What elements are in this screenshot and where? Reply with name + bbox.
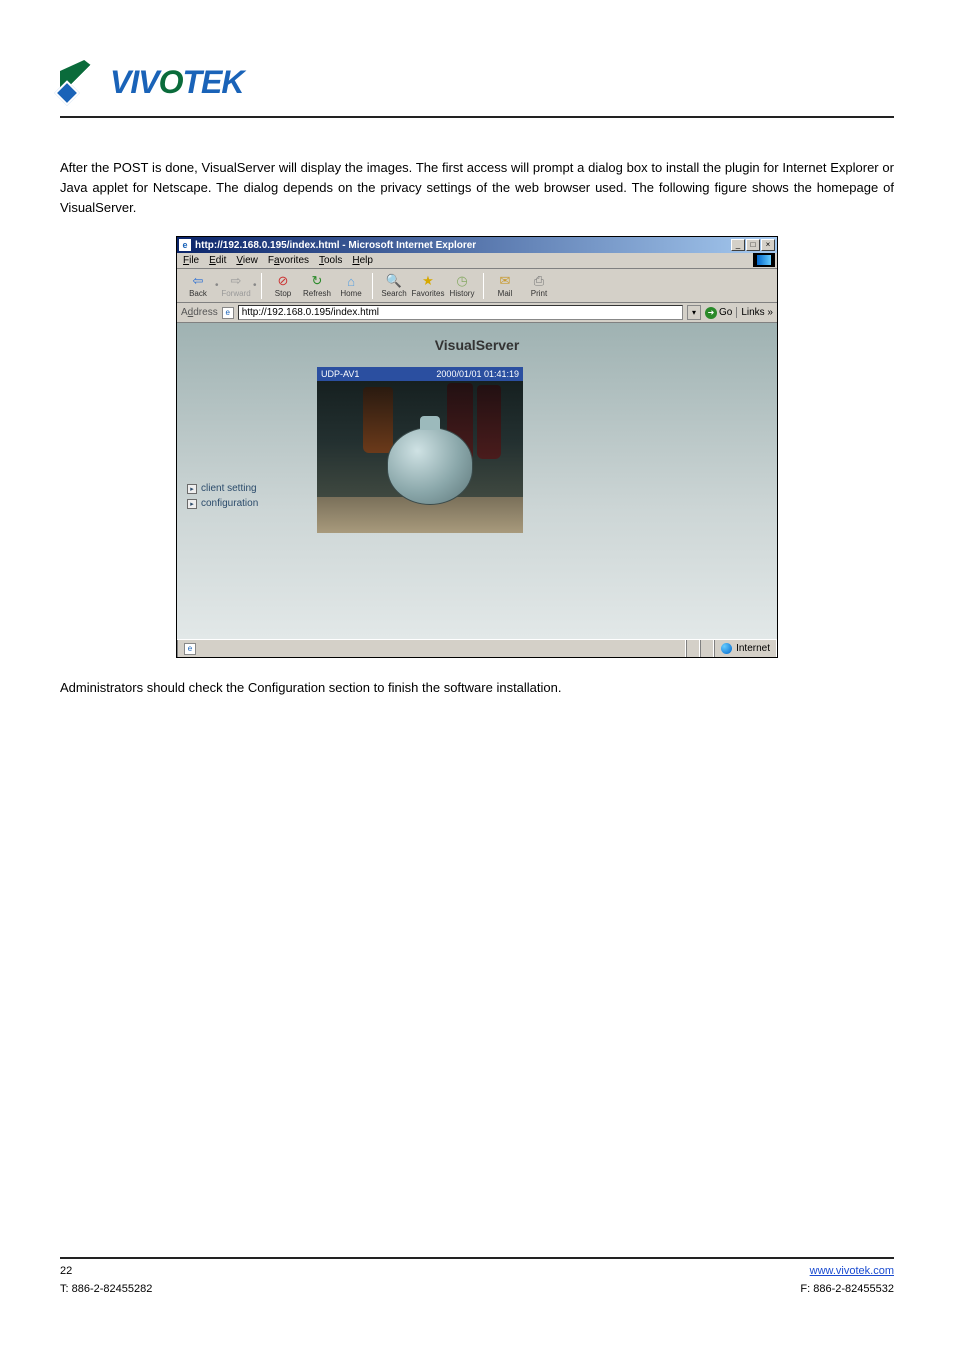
go-button[interactable]: ➜Go xyxy=(705,307,732,319)
logo-mark-icon xyxy=(60,60,104,104)
paragraph-2: Administrators should check the Configur… xyxy=(60,678,894,698)
address-input[interactable]: http://192.168.0.195/index.html xyxy=(238,305,683,320)
ie-address-bar: Address e http://192.168.0.195/index.htm… xyxy=(177,303,777,323)
forward-button[interactable]: ⇨Forward xyxy=(219,273,253,298)
status-seg-1 xyxy=(686,640,700,657)
vivotek-logo: VIVOTEK xyxy=(60,60,894,104)
ie-status-bar: e Internet xyxy=(177,639,777,657)
ie-content-area: VisualServer ▸ client setting ▸ configur… xyxy=(177,323,777,639)
print-button[interactable]: ⎙Print xyxy=(522,273,556,298)
ie-app-icon: e xyxy=(179,239,191,251)
home-button[interactable]: ⌂Home xyxy=(334,273,368,298)
logo-text: VIVOTEK xyxy=(110,64,243,101)
video-caption-bar: UDP-AV1 2000/01/01 01:41:19 xyxy=(317,367,523,381)
menu-edit[interactable]: Edit xyxy=(209,255,226,266)
video-protocol-label: UDP-AV1 xyxy=(321,369,359,379)
footer-tel: T: 886-2-82455282 xyxy=(60,1283,152,1295)
minimize-button[interactable]: _ xyxy=(731,239,745,251)
sidebar-item-client-setting[interactable]: ▸ client setting xyxy=(187,483,258,494)
favorites-button[interactable]: ★Favorites xyxy=(411,273,445,298)
paragraph-1: After the POST is done, VisualServer wil… xyxy=(60,158,894,218)
page-title: VisualServer xyxy=(177,323,777,353)
ie-window-title: http://192.168.0.195/index.html - Micros… xyxy=(195,240,731,251)
sidebar-label-client-setting: client setting xyxy=(201,483,257,494)
maximize-button[interactable]: □ xyxy=(746,239,760,251)
footer-fax: F: 886-2-82455532 xyxy=(800,1283,894,1295)
ie-menubar: FFileile Edit View Favorites Tools Help xyxy=(177,253,777,269)
bullet-icon: ▸ xyxy=(187,499,197,509)
ie-toolbar: ⇦Back • ⇨Forward • ⊘Stop ↻Refresh ⌂Home … xyxy=(177,269,777,303)
menu-view[interactable]: View xyxy=(236,255,258,266)
ie-titlebar: e http://192.168.0.195/index.html - Micr… xyxy=(177,237,777,253)
search-button[interactable]: 🔍Search xyxy=(377,273,411,298)
footer-divider xyxy=(60,1257,894,1259)
menu-file[interactable]: FFileile xyxy=(183,255,199,266)
status-left: e xyxy=(177,640,686,657)
ie-throbber-icon xyxy=(753,253,775,267)
vs-sidebar: ▸ client setting ▸ configuration xyxy=(187,483,258,513)
refresh-button[interactable]: ↻Refresh xyxy=(300,273,334,298)
page-icon: e xyxy=(222,307,234,319)
header-divider xyxy=(60,116,894,118)
status-seg-2 xyxy=(700,640,714,657)
menu-help[interactable]: Help xyxy=(352,255,373,266)
menu-tools[interactable]: Tools xyxy=(319,255,342,266)
mail-button[interactable]: ✉Mail xyxy=(488,273,522,298)
done-icon: e xyxy=(184,643,196,655)
address-label: Address xyxy=(181,307,218,318)
sidebar-item-configuration[interactable]: ▸ configuration xyxy=(187,498,258,509)
sidebar-label-configuration: configuration xyxy=(201,498,258,509)
status-zone: Internet xyxy=(714,640,777,657)
history-button[interactable]: ◷History xyxy=(445,273,479,298)
menu-favorites[interactable]: Favorites xyxy=(268,255,309,266)
ie-window: e http://192.168.0.195/index.html - Micr… xyxy=(176,236,778,658)
page-footer: 22 www.vivotek.com T: 886-2-82455282 F: … xyxy=(60,1217,894,1295)
back-button[interactable]: ⇦Back xyxy=(181,273,215,298)
address-dropdown-icon[interactable]: ▾ xyxy=(687,305,701,320)
footer-link[interactable]: www.vivotek.com xyxy=(810,1265,894,1277)
links-toolbar[interactable]: Links » xyxy=(736,307,773,318)
bullet-icon: ▸ xyxy=(187,484,197,494)
close-button[interactable]: × xyxy=(761,239,775,251)
globe-icon xyxy=(721,643,732,654)
video-frame xyxy=(317,381,523,533)
video-timestamp: 2000/01/01 01:41:19 xyxy=(436,369,519,379)
page-number: 22 xyxy=(60,1265,72,1277)
video-panel: UDP-AV1 2000/01/01 01:41:19 xyxy=(317,367,523,533)
stop-button[interactable]: ⊘Stop xyxy=(266,273,300,298)
